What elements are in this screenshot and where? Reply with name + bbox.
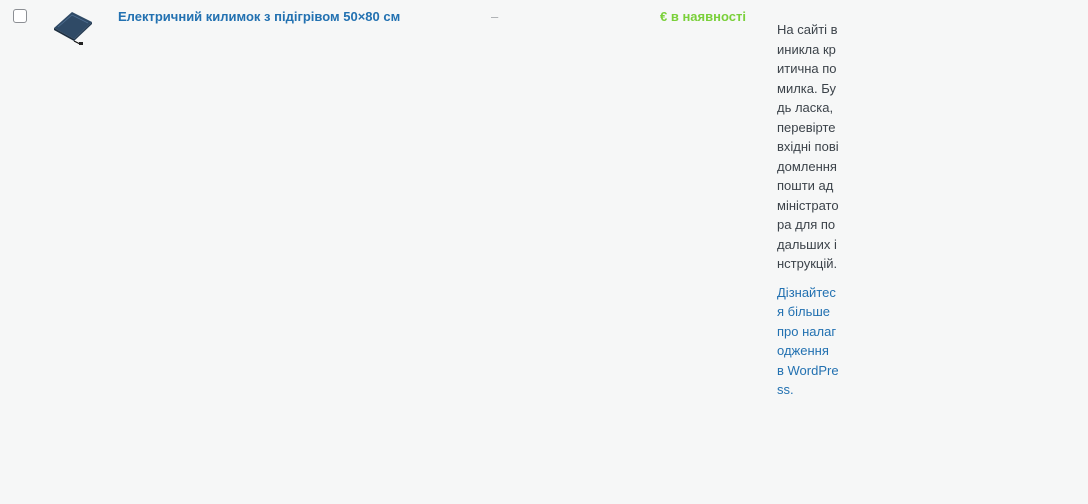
sku-value: – bbox=[491, 9, 499, 24]
critical-error-notice: На сайті виникла критична помилка. Будь … bbox=[777, 20, 839, 409]
wordpress-debugging-link[interactable]: Дізнайтеся більше про налагодження в Wor… bbox=[777, 285, 839, 398]
product-name-link[interactable]: Електричний килимок з підігрівом 50×80 с… bbox=[118, 9, 400, 24]
heated-mat-thumbnail-icon[interactable] bbox=[50, 6, 94, 46]
stock-status-badge: € в наявності bbox=[660, 9, 746, 24]
product-list-row: Електричний килимок з підігрівом 50×80 с… bbox=[0, 0, 1088, 504]
error-message: На сайті виникла критична помилка. Будь … bbox=[777, 22, 839, 271]
row-select-checkbox[interactable] bbox=[13, 9, 27, 23]
